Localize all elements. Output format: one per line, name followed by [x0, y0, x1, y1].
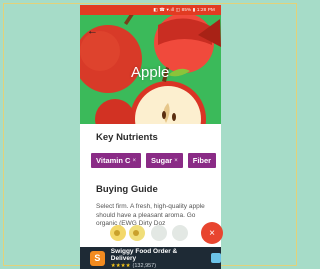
ad-rating-count: (132,957) [132, 262, 157, 269]
fab-circle-icon-1[interactable] [151, 225, 167, 241]
star-icon [133, 230, 139, 236]
fab-circle-icon-2[interactable] [172, 225, 188, 241]
fab-menu: × [106, 221, 226, 245]
ad-rating: ★★★★ (132,957) [110, 262, 157, 269]
close-icon[interactable]: × [201, 222, 223, 244]
chip-label: Fiber [192, 156, 212, 165]
ad-banner[interactable]: S Swiggy Food Order & Delivery ★★★★ (132,… [80, 247, 221, 269]
chip-label: Sugar [150, 156, 173, 165]
chip-vitamin-c[interactable]: Vitamin C × [91, 153, 141, 168]
status-bar-text: ◧ ☎ ▾.ıll ◫ 85% ▮ 1:28 PM [153, 7, 215, 12]
ad-info-icon[interactable] [211, 253, 221, 263]
status-bar: ◧ ☎ ▾.ıll ◫ 85% ▮ 1:28 PM [80, 5, 221, 15]
hero-title: Apple [131, 64, 170, 81]
chip-sugar[interactable]: Sugar × [145, 153, 183, 168]
star-icon [114, 230, 120, 236]
buying-guide-title: Buying Guide [96, 184, 158, 195]
back-arrow-icon[interactable]: ← [87, 26, 99, 37]
hero-header: ← Apple [80, 15, 221, 124]
ad-app-icon: S [90, 250, 105, 266]
chip-fiber[interactable]: Fiber [187, 153, 217, 168]
ad-title: Swiggy Food Order & Delivery [110, 247, 178, 262]
chip-remove-icon[interactable]: × [174, 158, 178, 164]
ad-text: Swiggy Food Order & Delivery ★★★★ (132,95… [111, 248, 203, 269]
chip-label: Vitamin C [96, 156, 131, 165]
chip-remove-icon[interactable]: × [132, 158, 136, 164]
nutrient-chips: Vitamin C × Sugar × Fiber [91, 153, 217, 168]
nutrients-title: Key Nutrients [96, 132, 158, 143]
